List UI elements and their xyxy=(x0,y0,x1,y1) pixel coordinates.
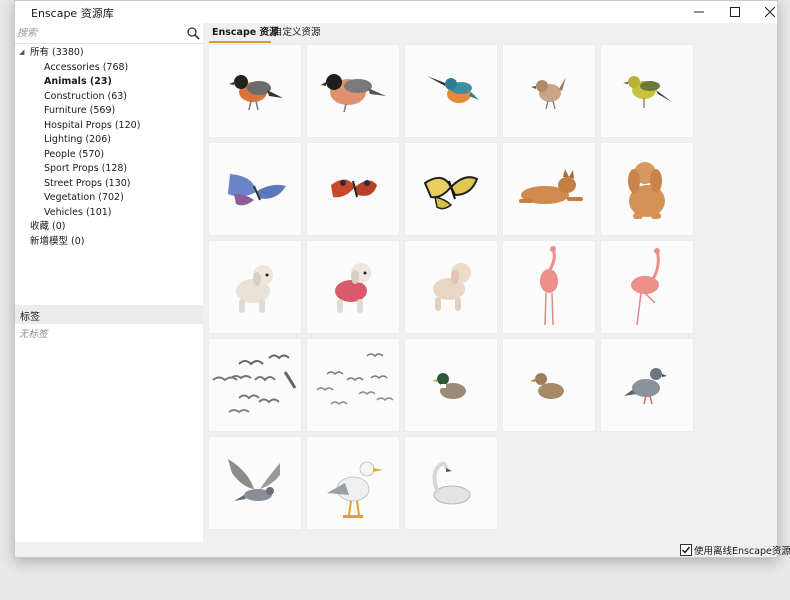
search-icon[interactable] xyxy=(187,27,200,40)
asset-tile[interactable] xyxy=(404,142,498,236)
window-title: Enscape 资源库 xyxy=(31,7,114,20)
expand-arrow-icon[interactable]: ◢ xyxy=(19,48,24,56)
bird-flock-icon xyxy=(316,353,394,406)
asset-tile[interactable] xyxy=(502,142,596,236)
tree-item-new-models[interactable]: 新增模型 (0) xyxy=(30,235,84,249)
title-bar[interactable]: Enscape 资源库 xyxy=(15,1,777,23)
asset-tile[interactable] xyxy=(208,436,302,530)
tags-header: 标签 xyxy=(15,305,203,324)
tree-item-vehicles[interactable]: Vehicles (101) xyxy=(44,206,112,220)
offline-checkbox[interactable] xyxy=(680,544,692,556)
asset-tile[interactable] xyxy=(208,142,302,236)
tree-item-accessories[interactable]: Accessories (768) xyxy=(44,61,128,75)
spaniel-dog-icon xyxy=(628,162,665,219)
asset-tile[interactable] xyxy=(404,240,498,334)
mallard-duck-icon xyxy=(432,373,466,399)
asset-tile[interactable] xyxy=(502,338,596,432)
asset-tile[interactable] xyxy=(208,240,302,334)
asset-tile[interactable] xyxy=(404,436,498,530)
asset-tile[interactable] xyxy=(306,338,400,432)
poodle-dog-icon xyxy=(236,265,273,313)
asset-tile[interactable] xyxy=(306,240,400,334)
asset-tile[interactable] xyxy=(502,240,596,334)
search-input[interactable] xyxy=(17,26,181,41)
swan-icon xyxy=(432,461,471,505)
pigeon-icon xyxy=(624,368,667,405)
close-button[interactable] xyxy=(751,1,789,23)
asset-tile[interactable] xyxy=(306,436,400,530)
minimize-button[interactable] xyxy=(680,1,718,23)
red-butterfly-icon xyxy=(331,179,377,198)
tags-empty-text: 无标签 xyxy=(19,329,48,340)
swallowtail-butterfly-icon xyxy=(423,176,479,210)
tree-item-favorites[interactable]: 收藏 (0) xyxy=(30,220,65,234)
poodle-dog-icon xyxy=(433,263,471,311)
kingfisher-bird-icon xyxy=(427,76,479,103)
tree-item-lighting[interactable]: Lighting (206) xyxy=(44,133,111,147)
asset-grid xyxy=(208,44,698,534)
asset-tile[interactable] xyxy=(404,338,498,432)
search-box xyxy=(15,25,203,44)
maximize-button[interactable] xyxy=(716,1,754,23)
tree-item-street-props[interactable]: Street Props (130) xyxy=(44,177,131,191)
asset-tile[interactable] xyxy=(600,240,694,334)
minimize-icon xyxy=(694,11,704,13)
checkmark-icon xyxy=(682,546,691,554)
tree-item-vegetation[interactable]: Vegetation (702) xyxy=(44,191,124,205)
blue-butterfly-icon xyxy=(228,174,286,206)
close-icon xyxy=(765,7,775,17)
tree-item-furniture[interactable]: Furniture (569) xyxy=(44,104,115,118)
bullfinch-bird-icon xyxy=(321,74,386,113)
female-duck-icon xyxy=(530,373,564,399)
tree-item-animals[interactable]: Animals (23) xyxy=(44,75,112,89)
left-pane: ◢ 所有 (3380) Accessories (768) Animals (2… xyxy=(15,23,203,542)
flying-pigeon-icon xyxy=(228,459,280,501)
seagull-icon xyxy=(327,461,383,518)
tree-item-hospital-props[interactable]: Hospital Props (120) xyxy=(44,119,140,133)
tree-item-sport-props[interactable]: Sport Props (128) xyxy=(44,162,127,176)
asset-tile[interactable] xyxy=(600,142,694,236)
wren-bird-icon xyxy=(531,77,566,110)
tree-item-construction[interactable]: Construction (63) xyxy=(44,90,127,104)
tree-item-people[interactable]: People (570) xyxy=(44,148,104,162)
flamingo-icon xyxy=(540,246,558,326)
asset-tile[interactable] xyxy=(404,44,498,138)
asset-tile[interactable] xyxy=(600,44,694,138)
bullfinch-bird-icon xyxy=(229,75,283,111)
bird-flock-icon xyxy=(212,354,297,414)
asset-tile[interactable] xyxy=(502,44,596,138)
asset-tile[interactable] xyxy=(306,142,400,236)
maximize-icon xyxy=(730,7,740,17)
asset-tile[interactable] xyxy=(208,338,302,432)
tags-header-label: 标签 xyxy=(20,312,40,323)
tree-item-all[interactable]: 所有 (3380) xyxy=(30,46,84,60)
tab-enscape-assets[interactable]: Enscape 资源 xyxy=(209,25,279,43)
asset-tile[interactable] xyxy=(208,44,302,138)
yellow-bird-icon xyxy=(623,76,672,108)
tab-custom-assets[interactable]: 自定义资源 xyxy=(270,25,324,41)
poodle-sweater-dog-icon xyxy=(335,263,371,313)
asset-tile[interactable] xyxy=(600,338,694,432)
offline-checkbox-label: 使用离线Enscape资源 xyxy=(694,546,790,557)
asset-library-window: Enscape 资源库 ◢ 所有 (3380) Accessories (768… xyxy=(14,0,790,558)
flamingo-icon xyxy=(631,248,660,326)
asset-tile[interactable] xyxy=(306,44,400,138)
dog-lying-icon xyxy=(519,169,583,204)
